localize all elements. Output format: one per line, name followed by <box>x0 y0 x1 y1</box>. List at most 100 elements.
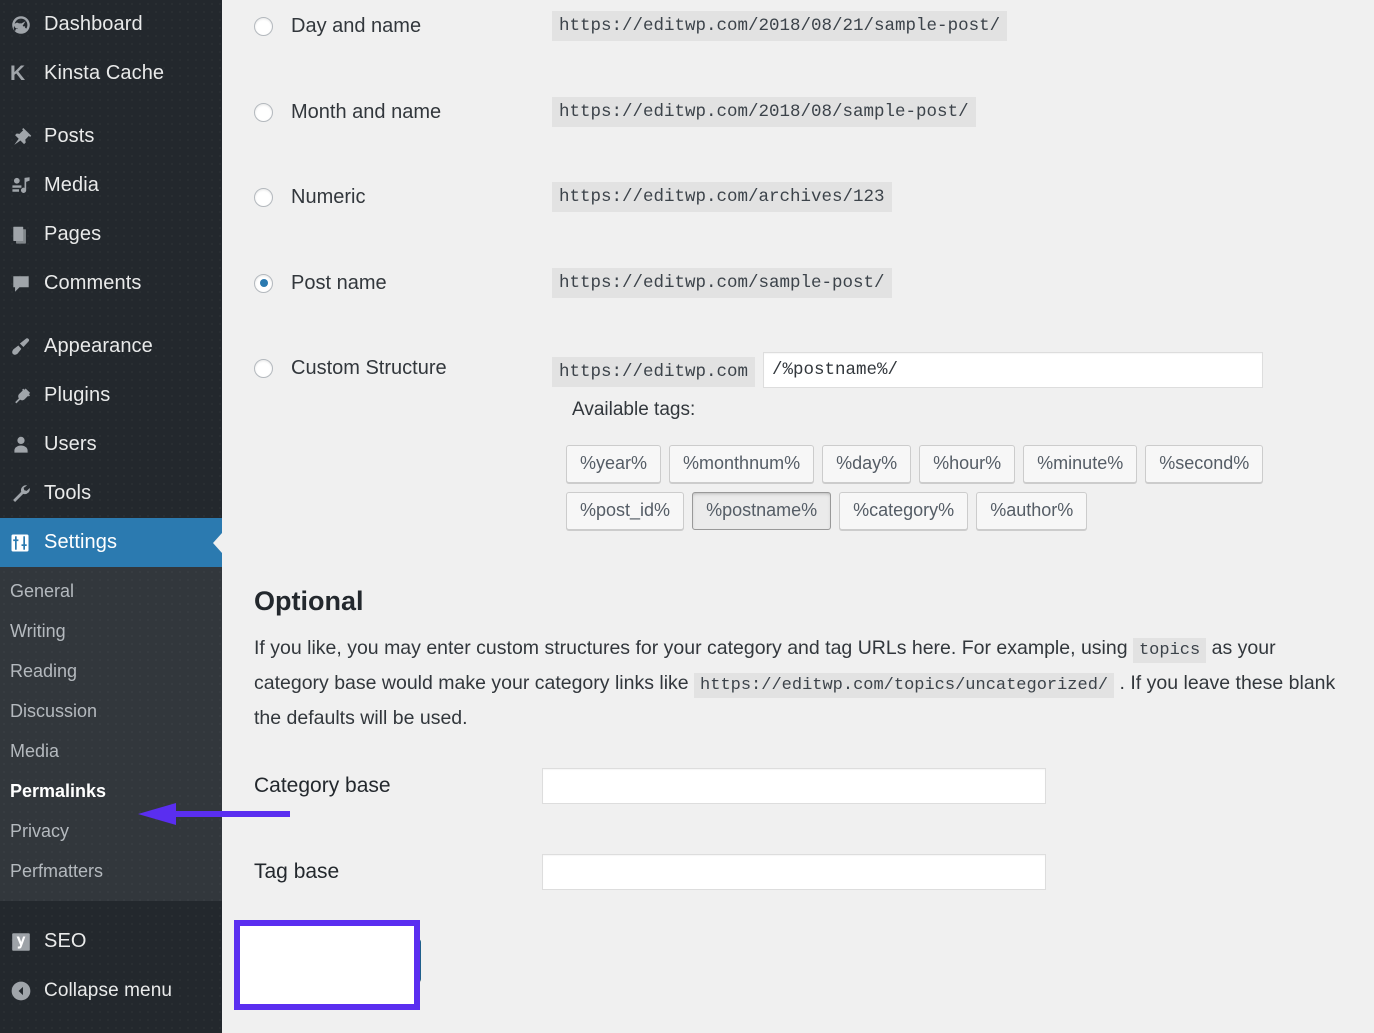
sidebar-item-users[interactable]: Users <box>0 420 222 469</box>
category-base-label: Category base <box>222 774 542 798</box>
comment-icon <box>10 273 44 295</box>
radio-month-and-name[interactable] <box>254 103 273 122</box>
user-icon <box>10 434 44 456</box>
tag-button-minute[interactable]: %minute% <box>1023 445 1137 483</box>
sidebar-item-appearance[interactable]: Appearance <box>0 322 222 371</box>
available-tags-label: Available tags: <box>572 399 695 421</box>
collapse-arrow-icon <box>10 980 44 1002</box>
media-icon <box>10 175 44 197</box>
sidebar-divider <box>0 308 222 322</box>
annotation-highlight-box <box>234 920 420 1010</box>
sidebar-item-settings[interactable]: Settings <box>0 518 222 567</box>
sidebar-item-label: Users <box>44 433 97 456</box>
sidebar-item-media[interactable]: Media <box>0 161 222 210</box>
sidebar-item-label: Settings <box>44 531 117 554</box>
sidebar-item-kinsta-cache[interactable]: K Kinsta Cache <box>0 49 222 98</box>
category-base-row: Category base <box>222 768 1374 804</box>
annotation-arrow <box>132 803 292 825</box>
radio-post-name[interactable] <box>254 274 273 293</box>
optional-heading: Optional <box>254 586 364 617</box>
sidebar-item-label: Appearance <box>44 335 153 358</box>
custom-structure-prefix: https://editwp.com <box>552 357 755 387</box>
permalink-option-label: Custom Structure <box>291 357 447 380</box>
sidebar-item-label: Dashboard <box>44 13 143 36</box>
brush-icon <box>10 336 44 358</box>
sidebar-item-label: Plugins <box>44 384 110 407</box>
wrench-icon <box>10 483 44 505</box>
sidebar-item-label: Kinsta Cache <box>44 62 164 85</box>
tag-button-post-id[interactable]: %post_id% <box>566 492 684 530</box>
sidebar-item-label: Collapse menu <box>44 980 172 1002</box>
available-tags-list: %year% %monthnum% %day% %hour% %minute% … <box>566 445 1346 530</box>
sidebar-item-label: Pages <box>44 223 101 246</box>
admin-sidebar: Dashboard K Kinsta Cache Posts Media Pag… <box>0 0 222 1033</box>
permalink-radio-cell[interactable]: Post name <box>222 272 552 295</box>
sidebar-item-dashboard[interactable]: Dashboard <box>0 0 222 49</box>
tag-button-monthnum[interactable]: %monthnum% <box>669 445 814 483</box>
settings-submenu: General Writing Reading Discussion Media… <box>0 567 222 901</box>
radio-day-and-name[interactable] <box>254 17 273 36</box>
optional-code-example-url: https://editwp.com/topics/uncategorized/ <box>694 673 1114 698</box>
permalink-radio-cell[interactable]: Month and name <box>222 101 552 124</box>
permalink-example-url: https://editwp.com/archives/123 <box>552 182 892 212</box>
sidebar-item-comments[interactable]: Comments <box>0 259 222 308</box>
custom-structure-block: Custom Structure https://editwp.com Avai… <box>222 349 1374 388</box>
sidebar-item-tools[interactable]: Tools <box>0 469 222 518</box>
permalink-option-label: Post name <box>291 272 387 295</box>
permalink-option-row[interactable]: Numeric https://editwp.com/archives/123 <box>222 177 1374 217</box>
tag-button-category[interactable]: %category% <box>839 492 968 530</box>
dashboard-icon <box>10 14 44 36</box>
sidebar-divider <box>0 98 222 112</box>
sidebar-subitem-media[interactable]: Media <box>0 731 222 771</box>
sidebar-subitem-reading[interactable]: Reading <box>0 651 222 691</box>
pages-icon <box>10 224 44 246</box>
permalink-radio-cell[interactable]: Numeric <box>222 186 552 209</box>
pin-icon <box>10 126 44 148</box>
category-base-input[interactable] <box>542 768 1046 804</box>
tag-button-author[interactable]: %author% <box>976 492 1087 530</box>
kinsta-icon: K <box>10 62 44 86</box>
sliders-icon <box>10 533 44 553</box>
tag-base-row: Tag base <box>222 854 1374 890</box>
tag-base-input[interactable] <box>542 854 1046 890</box>
sidebar-subitem-perfmatters[interactable]: Perfmatters <box>0 851 222 891</box>
tag-button-hour[interactable]: %hour% <box>919 445 1015 483</box>
sidebar-subitem-general[interactable]: General <box>0 571 222 611</box>
custom-structure-row[interactable]: Custom Structure https://editwp.com <box>222 349 1374 388</box>
permalink-example-url: https://editwp.com/sample-post/ <box>552 268 892 298</box>
sidebar-item-label: Media <box>44 174 99 197</box>
permalink-option-row[interactable]: Month and name https://editwp.com/2018/0… <box>222 92 1374 132</box>
sidebar-item-posts[interactable]: Posts <box>0 112 222 161</box>
permalink-example-url: https://editwp.com/2018/08/sample-post/ <box>552 97 976 127</box>
sidebar-item-label: Comments <box>44 272 142 295</box>
optional-text-part1: If you like, you may enter custom struct… <box>254 637 1133 659</box>
sidebar-item-label: Tools <box>44 482 91 505</box>
permalink-option-row[interactable]: Post name https://editwp.com/sample-post… <box>222 263 1374 303</box>
sidebar-subitem-discussion[interactable]: Discussion <box>0 691 222 731</box>
permalink-example-url: https://editwp.com/2018/08/21/sample-pos… <box>552 11 1007 41</box>
sidebar-item-seo[interactable]: SEO <box>0 917 222 966</box>
radio-custom-structure[interactable] <box>254 359 273 378</box>
tag-button-postname[interactable]: %postname% <box>692 492 831 530</box>
permalink-option-label: Day and name <box>291 15 421 38</box>
permalink-radio-cell[interactable]: Day and name <box>222 15 552 38</box>
permalink-option-label: Numeric <box>291 186 365 209</box>
sidebar-item-pages[interactable]: Pages <box>0 210 222 259</box>
collapse-menu-button[interactable]: Collapse menu <box>0 966 222 1015</box>
sidebar-item-plugins[interactable]: Plugins <box>0 371 222 420</box>
tag-base-label: Tag base <box>222 860 542 884</box>
optional-description: If you like, you may enter custom struct… <box>254 632 1354 735</box>
optional-code-topics: topics <box>1133 638 1206 663</box>
tag-button-year[interactable]: %year% <box>566 445 661 483</box>
sidebar-item-label: Posts <box>44 125 95 148</box>
radio-numeric[interactable] <box>254 188 273 207</box>
sidebar-subitem-writing[interactable]: Writing <box>0 611 222 651</box>
tag-button-day[interactable]: %day% <box>822 445 911 483</box>
custom-structure-input[interactable] <box>763 352 1263 388</box>
permalink-option-row[interactable]: Day and name https://editwp.com/2018/08/… <box>222 6 1374 46</box>
yoast-seo-icon <box>10 931 44 953</box>
tag-button-second[interactable]: %second% <box>1145 445 1263 483</box>
permalink-option-label: Month and name <box>291 101 441 124</box>
sidebar-item-label: SEO <box>44 930 87 953</box>
permalink-radio-cell[interactable]: Custom Structure <box>222 349 552 380</box>
